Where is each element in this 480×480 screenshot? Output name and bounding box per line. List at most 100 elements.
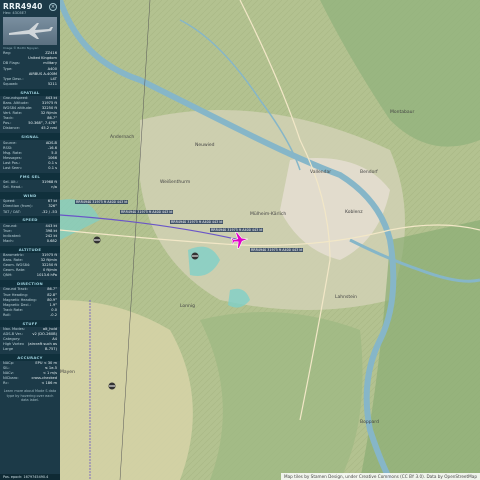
info-label: Direction (from): [3, 204, 33, 209]
info-value: < 186 m [41, 381, 57, 386]
info-label: Roll: [3, 312, 11, 317]
town-label: Koblenz [345, 210, 363, 215]
map-attribution[interactable]: Map tiles by Stamen Design, under Creati… [280, 473, 480, 480]
section-header[interactable]: WIND [0, 192, 60, 200]
info-value: EPU < 30 m [35, 360, 57, 365]
info-label: Nav. Modes: [3, 327, 25, 331]
info-value: 0.1 s [48, 166, 57, 171]
info-row: Roll: -0.2 [0, 313, 60, 318]
info-value: 0.1 s [48, 160, 57, 165]
info-value: 31975 ft [41, 252, 57, 257]
info-row: Mach: 0.682 [0, 239, 60, 244]
info-value: 32250 ft [41, 106, 57, 111]
position-epoch: Pos. epoch: 1679745490.4 [0, 474, 60, 480]
info-value: 0.0 [51, 307, 57, 312]
aircraft-hex: Hex: 43C6E7 [3, 11, 27, 15]
info-row: TAT / OAT: -32 / -53 [0, 209, 60, 214]
info-label: Type: [3, 66, 13, 71]
info-label: True Heading: [3, 292, 28, 297]
info-label: True: [3, 228, 12, 233]
info-value: n/a [51, 185, 57, 190]
info-row: Pos.: 50.368°, 7.478° [0, 121, 60, 126]
info-value: alt_hold [42, 327, 57, 331]
info-value: 443 kt [45, 223, 58, 228]
info-value: 398 kt [45, 228, 58, 233]
info-label: Last Seen: [3, 166, 22, 171]
info-value: < 1 m/s [42, 371, 57, 376]
section-header[interactable]: ACCURACY [0, 353, 60, 361]
info-value: 32 ft/min [40, 258, 57, 263]
close-icon[interactable]: × [49, 3, 57, 11]
info-value: -16.6 [47, 145, 57, 150]
town-label: Lahnstein [335, 295, 357, 300]
town-label: Neuwied [195, 143, 215, 148]
info-value: (aircraft such as B-757) [27, 342, 57, 351]
info-value: v2 (DO-260B) [32, 332, 57, 337]
info-row: Last Seen: 0.1 s [0, 166, 60, 171]
info-row: Geom. WGS84: 32250 ft [0, 263, 60, 268]
town-label: Vallendar [310, 170, 332, 175]
info-value: 1.9° [49, 302, 57, 307]
aircraft-photo-icon [9, 23, 53, 39]
info-value: 5211 [47, 81, 57, 86]
info-value: 32250 ft [41, 263, 57, 268]
section-header[interactable]: ALTITUDE [0, 245, 60, 253]
map-canvas[interactable] [60, 0, 480, 480]
info-value: 5.0 [51, 150, 57, 155]
section-header[interactable]: SPEED [0, 216, 60, 224]
info-label: Geom. WGS84: [3, 263, 31, 268]
airfield-icon [93, 236, 101, 244]
info-value: ZZ416 [45, 51, 57, 56]
info-label: Sel. Alt.: [3, 180, 18, 185]
route-label: RRR4940 31975 ft A400 443 kt [210, 228, 264, 232]
town-label: Montabaur [390, 110, 415, 115]
route-label: RRR4940 31975 ft A400 443 kt [120, 210, 174, 214]
info-label: Category: [3, 337, 21, 342]
airfield-icon-2 [108, 382, 116, 390]
info-label: Last Pos.: [3, 160, 21, 165]
info-label: Squawk: [3, 81, 19, 86]
airfield-icon-3 [191, 252, 199, 260]
town-label: Andernach [110, 135, 135, 140]
info-label: Barometric: [3, 252, 25, 257]
info-label: NICbaro: [3, 376, 19, 381]
ident-rows: Reg: ZZ416 United Kingdom DB Flags: military… [0, 51, 60, 87]
section-header[interactable]: SPATIAL [0, 88, 60, 96]
info-value: 31968 ft [41, 180, 57, 185]
info-value: military [43, 61, 57, 66]
info-row: Magnetic Heading: 80.9° [0, 297, 60, 302]
aircraft-photo[interactable] [3, 17, 57, 45]
section-header[interactable]: STUFF [0, 319, 60, 327]
info-value: ≤ 1e-5 [44, 366, 57, 371]
info-label: Source: [3, 140, 17, 145]
info-label: Mach: [3, 238, 14, 243]
aircraft-info-panel: RRR4940 Hex: 43C6E7 × Image © Bodhi Nguy… [0, 0, 60, 480]
town-label: Bendorf [360, 170, 378, 175]
info-row: Direction (from): 326° [0, 204, 60, 209]
town-label: Boppard [360, 420, 379, 425]
info-label: NACp: [3, 360, 15, 365]
info-label: Msg. Rate: [3, 150, 22, 155]
info-label: High Vortex Large [3, 342, 24, 351]
info-label: Magnetic Heading: [3, 297, 37, 302]
info-value: cross-checked [31, 376, 58, 381]
info-label: Groundspeed: [3, 95, 29, 100]
info-value: 50.368°, 7.478° [28, 121, 57, 126]
info-label: Baro. Altitude: [3, 101, 29, 105]
info-label: NACv: [3, 371, 14, 376]
info-value: ADS-B [45, 140, 57, 145]
info-value: A400 [47, 66, 57, 71]
info-label: Magnetic Decl.: [3, 302, 31, 307]
aircraft-label[interactable]: RRR4940 31975 ft A400 443 kt [250, 248, 304, 252]
info-label: RSSI: [3, 145, 13, 150]
info-value: 32 ft/min [40, 111, 57, 116]
section-header[interactable]: SIGNAL [0, 133, 60, 141]
info-label: Rc: [3, 381, 9, 386]
section-header[interactable]: DIRECTION [0, 280, 60, 288]
town-label: Mayen [60, 370, 75, 375]
section-header[interactable]: FMS SEL [0, 172, 60, 180]
info-value: 1066 [47, 155, 57, 160]
info-value: 80.9° [47, 297, 57, 302]
info-value: 82.8° [47, 292, 57, 297]
map-view[interactable]: RRR4940 31975 ft A400 443 kt RRR4940 319… [60, 0, 480, 480]
